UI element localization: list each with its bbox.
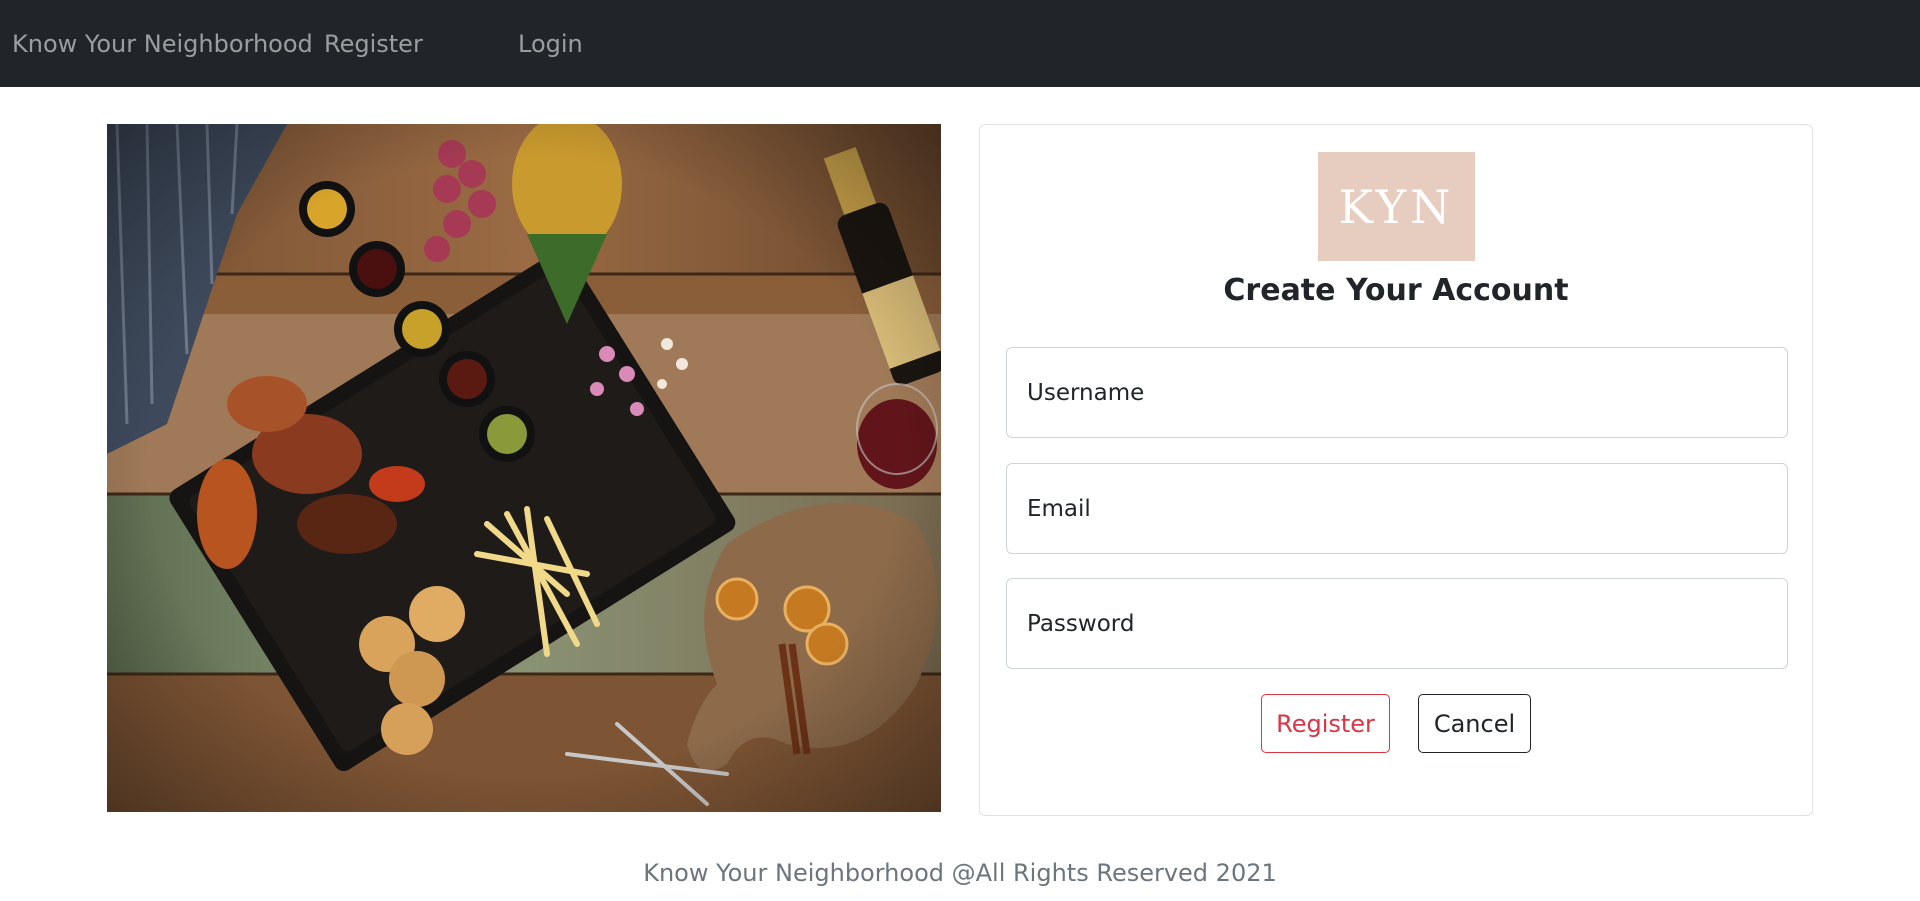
username-input[interactable] bbox=[1006, 347, 1788, 438]
register-button[interactable]: Register bbox=[1261, 694, 1390, 753]
register-card: KYN Create Your Account Register Cancel bbox=[979, 124, 1813, 816]
password-input[interactable] bbox=[1006, 578, 1788, 669]
nav-link-register[interactable]: Register bbox=[324, 0, 423, 89]
nav-link-login[interactable]: Login bbox=[518, 0, 583, 89]
food-table-illustration bbox=[107, 124, 941, 812]
cancel-button[interactable]: Cancel bbox=[1418, 694, 1531, 753]
footer-text: Know Your Neighborhood @All Rights Reser… bbox=[643, 859, 1277, 887]
hero-food-image bbox=[107, 124, 941, 812]
navbar: Know Your Neighborhood Register Login bbox=[0, 0, 1920, 87]
kyn-logo: KYN bbox=[1318, 152, 1475, 261]
email-input[interactable] bbox=[1006, 463, 1788, 554]
page-title: Create Your Account bbox=[1223, 273, 1569, 308]
navbar-brand[interactable]: Know Your Neighborhood bbox=[12, 0, 313, 89]
